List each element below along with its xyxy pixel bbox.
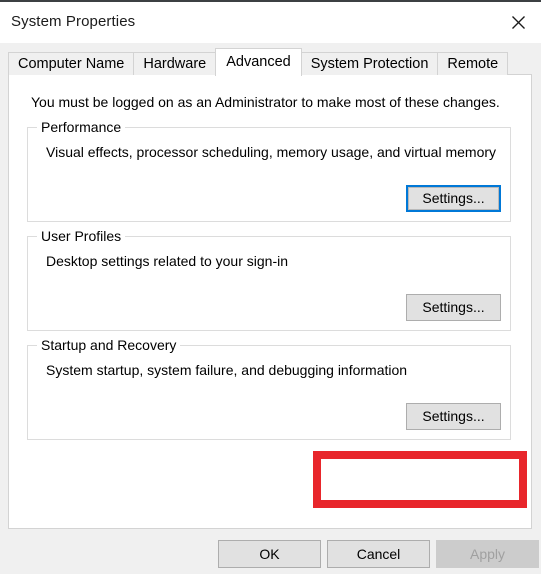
performance-settings-button[interactable]: Settings...: [406, 185, 501, 212]
startup-and-recovery-description: System startup, system failure, and debu…: [46, 362, 407, 378]
system-properties-dialog: System Properties Computer Name Hardware…: [0, 0, 541, 572]
startup-and-recovery-settings-button[interactable]: Settings...: [406, 403, 501, 430]
apply-button: Apply: [436, 540, 539, 568]
window-title: System Properties: [11, 13, 135, 30]
performance-group-legend: Performance: [37, 119, 125, 135]
tab-computer-name[interactable]: Computer Name: [8, 52, 134, 75]
tab-advanced[interactable]: Advanced: [215, 48, 302, 76]
cancel-button[interactable]: Cancel: [327, 540, 430, 568]
administrator-note: You must be logged on as an Administrato…: [31, 94, 500, 110]
startup-and-recovery-group: Startup and Recovery System startup, sys…: [27, 345, 511, 440]
user-profiles-description: Desktop settings related to your sign-in: [46, 253, 288, 269]
startup-and-recovery-group-legend: Startup and Recovery: [37, 337, 180, 353]
user-profiles-group: User Profiles Desktop settings related t…: [27, 236, 511, 331]
performance-group: Performance Visual effects, processor sc…: [27, 127, 511, 222]
tab-hardware[interactable]: Hardware: [133, 52, 216, 75]
performance-description: Visual effects, processor scheduling, me…: [46, 144, 496, 160]
ok-button[interactable]: OK: [218, 540, 321, 568]
dialog-footer: OK Cancel Apply: [0, 529, 541, 574]
title-bar: System Properties: [0, 2, 541, 43]
tab-remote[interactable]: Remote: [437, 52, 508, 75]
user-profiles-group-legend: User Profiles: [37, 228, 125, 244]
close-icon[interactable]: [495, 2, 541, 43]
tab-strip: Computer Name Hardware Advanced System P…: [8, 47, 507, 75]
advanced-tab-panel: You must be logged on as an Administrato…: [8, 74, 532, 529]
user-profiles-settings-button[interactable]: Settings...: [406, 294, 501, 321]
tab-system-protection[interactable]: System Protection: [301, 52, 439, 75]
